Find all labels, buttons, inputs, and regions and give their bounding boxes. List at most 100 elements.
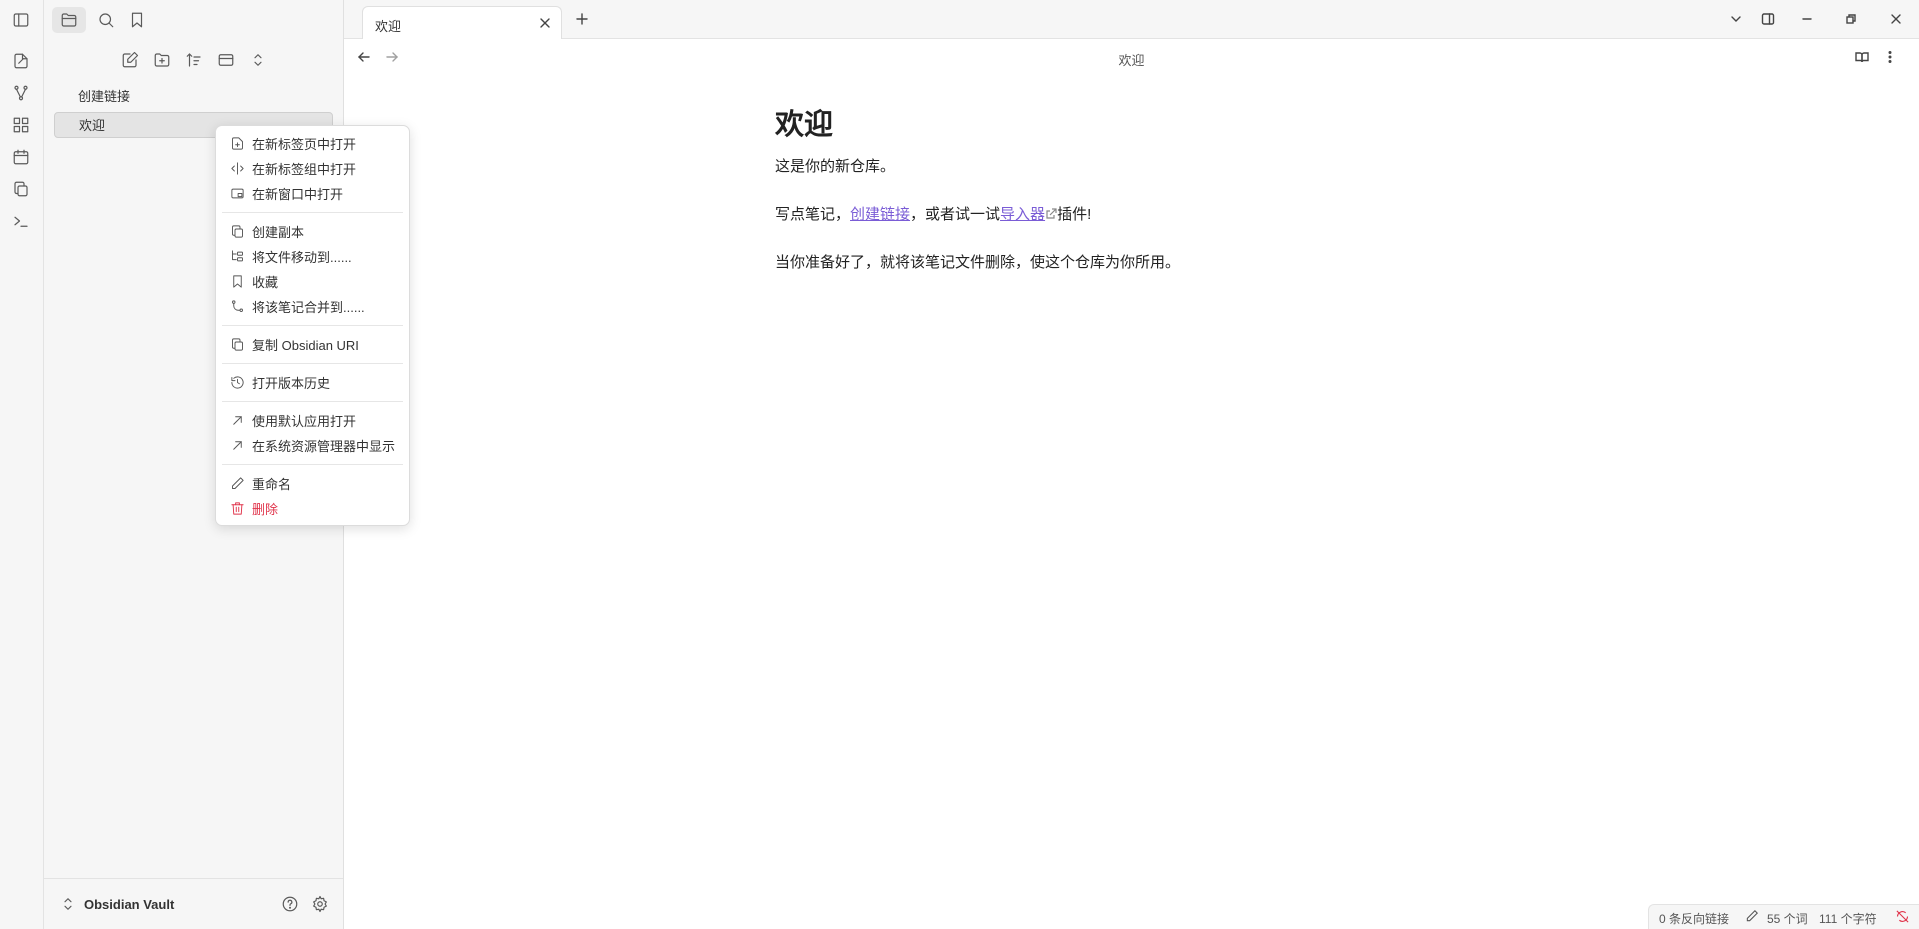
- note-text: 写点笔记，: [775, 206, 851, 223]
- menu-item-label: 重命名: [252, 477, 292, 492]
- view-header: 欢迎: [344, 39, 1919, 77]
- menu-item-move-file[interactable]: 将文件移动到......: [220, 244, 405, 269]
- new-folder-icon[interactable]: [151, 49, 173, 71]
- menu-item-label: 在新窗口中打开: [252, 187, 344, 202]
- menu-item-rename[interactable]: 重命名: [220, 471, 405, 496]
- menu-item-merge-note[interactable]: 将该笔记合并到......: [220, 294, 405, 319]
- pencil-icon: [222, 476, 252, 491]
- vault-switcher-bar: Obsidian Vault: [44, 878, 343, 929]
- menu-item-open-default-app[interactable]: 使用默认应用打开: [220, 408, 405, 433]
- tab-bar: 欢迎: [344, 0, 1919, 39]
- menu-item-label: 在系统资源管理器中显示: [252, 439, 396, 454]
- note-content[interactable]: 欢迎 这是你的新仓库。 写点笔记，创建链接，或者试一试导入器 插件! 当你准备好了…: [775, 105, 1475, 297]
- copy-icon: [222, 224, 252, 239]
- menu-item-open-new-tab[interactable]: 在新标签页中打开: [220, 131, 405, 156]
- sort-icon[interactable]: [183, 49, 205, 71]
- new-note-icon[interactable]: [119, 49, 141, 71]
- left-ribbon: [0, 0, 44, 929]
- note-heading: 欢迎: [775, 109, 834, 141]
- menu-item-label: 将文件移动到......: [252, 250, 352, 265]
- menu-item-label: 复制 Obsidian URI: [252, 338, 359, 353]
- menu-item-version-history[interactable]: 打开版本历史: [220, 370, 405, 395]
- menu-item-open-new-group[interactable]: 在新标签组中打开: [220, 156, 405, 181]
- vault-switch-chevron-icon[interactable]: [57, 893, 79, 915]
- menu-item-label: 打开版本历史: [252, 376, 331, 391]
- menu-item-label: 收藏: [252, 275, 279, 290]
- menu-separator: [222, 363, 403, 364]
- menu-separator: [222, 464, 403, 465]
- menu-separator: [222, 401, 403, 402]
- menu-item-label: 在新标签页中打开: [252, 137, 357, 152]
- word-count: 55 个词: [1767, 912, 1808, 926]
- terminal-icon[interactable]: [10, 210, 32, 232]
- menu-separator: [222, 212, 403, 213]
- graph-view-icon[interactable]: [10, 82, 32, 104]
- edit-mode-pencil-icon[interactable]: [1745, 909, 1759, 923]
- tab-label: 欢迎: [375, 19, 402, 34]
- new-tab-icon[interactable]: [570, 8, 594, 30]
- tab-list-chevron-icon[interactable]: [1724, 8, 1748, 30]
- split-icon: [222, 161, 252, 176]
- close-tab-icon[interactable]: [533, 12, 557, 34]
- file-item-label: 创建链接: [78, 89, 131, 104]
- templates-icon[interactable]: [10, 178, 32, 200]
- file-item[interactable]: 创建链接: [54, 84, 321, 110]
- bookmarks-tab-icon[interactable]: [126, 9, 148, 31]
- view-title[interactable]: 欢迎: [344, 50, 1919, 69]
- tab-welcome[interactable]: 欢迎: [362, 6, 562, 39]
- note-paragraph: 写点笔记，创建链接，或者试一试导入器 插件!: [775, 201, 1475, 228]
- create-link-link[interactable]: 创建链接: [850, 206, 910, 223]
- sync-off-icon[interactable]: [1895, 909, 1910, 924]
- menu-item-label: 使用默认应用打开: [252, 414, 357, 429]
- copy-icon: [222, 337, 252, 352]
- menu-item-label: 创建副本: [252, 225, 305, 240]
- git-merge-icon: [222, 299, 252, 314]
- reading-view-icon[interactable]: [1850, 46, 1874, 68]
- char-count: 111 个字符: [1819, 912, 1877, 926]
- canvas-icon[interactable]: [10, 114, 32, 136]
- files-tab-icon[interactable]: [52, 7, 86, 33]
- menu-item-open-new-window[interactable]: 在新窗口中打开: [220, 181, 405, 206]
- settings-gear-icon[interactable]: [309, 893, 331, 915]
- menu-item-delete[interactable]: 删除: [220, 496, 405, 521]
- open-quick-switcher-icon[interactable]: [10, 50, 32, 72]
- auto-reveal-icon[interactable]: [215, 49, 237, 71]
- bookmark-icon: [222, 274, 252, 289]
- vault-name[interactable]: Obsidian Vault: [84, 897, 174, 912]
- sidebar-toggle-icon[interactable]: [10, 9, 32, 31]
- trash-icon: [222, 501, 252, 516]
- backlinks-count[interactable]: 0 条反向链接: [1659, 910, 1729, 927]
- calendar-icon[interactable]: [10, 146, 32, 168]
- status-bar: 0 条反向链接 55 个词 111 个字符: [1648, 904, 1919, 929]
- arrow-up-right-icon: [222, 438, 252, 453]
- file-item-label: 欢迎: [79, 118, 106, 133]
- note-text: ，或者试一试: [910, 206, 1001, 223]
- restore-icon[interactable]: [1839, 8, 1863, 30]
- window-icon: [222, 186, 252, 201]
- collapse-all-icon[interactable]: [247, 49, 269, 71]
- external-link-icon: [1045, 202, 1057, 219]
- folder-tree-icon: [222, 249, 252, 264]
- menu-item-make-copy[interactable]: 创建副本: [220, 219, 405, 244]
- menu-item-label: 将该笔记合并到......: [252, 300, 365, 315]
- minimize-icon[interactable]: [1795, 8, 1819, 30]
- menu-item-label: 在新标签组中打开: [252, 162, 357, 177]
- note-paragraph: 这是你的新仓库。: [775, 158, 896, 175]
- file-context-menu: 在新标签页中打开 在新标签组中打开 在新窗口中打开 创建副本 将文件移动到...…: [215, 125, 410, 526]
- note-text: 插件!: [1057, 206, 1092, 223]
- help-icon[interactable]: [279, 893, 301, 915]
- importer-link[interactable]: 导入器: [1000, 206, 1045, 223]
- menu-item-copy-uri[interactable]: 复制 Obsidian URI: [220, 332, 405, 357]
- right-sidebar-toggle-icon[interactable]: [1756, 8, 1780, 30]
- menu-item-show-in-explorer[interactable]: 在系统资源管理器中显示: [220, 433, 405, 458]
- search-icon[interactable]: [95, 9, 117, 31]
- menu-separator: [222, 325, 403, 326]
- close-window-icon[interactable]: [1884, 8, 1908, 30]
- more-options-icon[interactable]: [1878, 46, 1902, 68]
- menu-item-bookmark[interactable]: 收藏: [220, 269, 405, 294]
- note-paragraph: 当你准备好了，就将该笔记文件删除，使这个仓库为你所用。: [775, 254, 1181, 271]
- history-icon: [222, 375, 252, 390]
- file-plus-icon: [222, 136, 252, 151]
- arrow-up-right-icon: [222, 413, 252, 428]
- menu-item-label: 删除: [252, 502, 279, 517]
